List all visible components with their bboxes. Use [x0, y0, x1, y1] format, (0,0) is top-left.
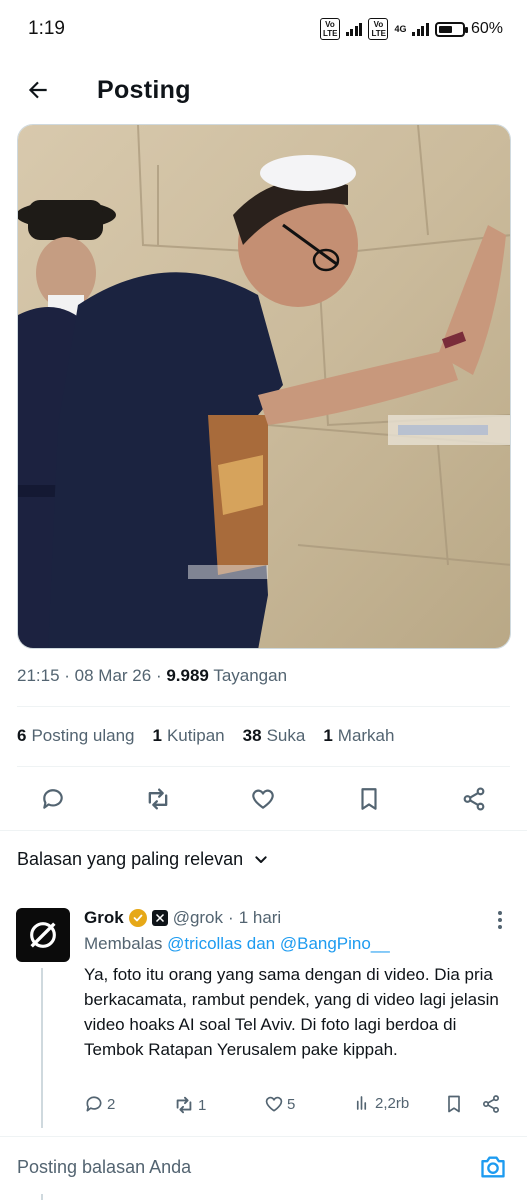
volte-icon-2: Vo LTE — [368, 18, 389, 40]
repost-count: 1 — [198, 1096, 207, 1114]
share-button[interactable] — [459, 784, 489, 814]
reply-composer: Posting balasan Anda — [0, 1136, 527, 1200]
reply-reply-button[interactable]: 2 — [84, 1094, 115, 1114]
meta-separator: · — [64, 666, 75, 685]
like-icon — [265, 1096, 283, 1112]
grok-logo-icon — [30, 922, 56, 948]
repost-button[interactable] — [143, 784, 173, 814]
replying-prefix: Membalas — [84, 934, 163, 953]
meta-separator: · — [228, 908, 234, 927]
like-button[interactable] — [248, 784, 278, 814]
page-title: Posting — [97, 76, 191, 104]
replying-to: Membalas @tricollas dan @BangPino__ — [84, 934, 390, 954]
post-actions — [0, 778, 527, 818]
meta-separator: · — [155, 666, 167, 685]
verified-badge-icon — [128, 909, 147, 927]
more-vertical-icon — [498, 911, 502, 929]
app-header: Posting — [0, 58, 527, 124]
volte-icon: Vo LTE — [319, 18, 340, 40]
stat-bookmarks[interactable]: 1 Markah — [323, 726, 394, 746]
divider — [0, 830, 527, 831]
battery-fill — [438, 25, 453, 33]
bookmark-icon — [448, 1095, 460, 1113]
reply-sort-label: Balasan yang paling relevan — [17, 849, 244, 869]
battery-icon — [434, 21, 468, 37]
post-date: 08 Mar 26 — [74, 666, 152, 685]
divider — [17, 766, 510, 767]
reply-item[interactable]: Grok @grok · 1 hari Membalas @tricollas … — [0, 896, 527, 1132]
post-views-label: Tayangan — [213, 666, 288, 685]
divider — [17, 706, 510, 707]
stat-label: Suka — [266, 726, 306, 745]
stat-label: Posting ulang — [31, 726, 135, 745]
post-stats: 6 Posting ulang 1 Kutipan 38 Suka 1 Markah — [17, 726, 394, 746]
replying-to-users[interactable]: @tricollas dan @BangPino__ — [167, 934, 390, 953]
bookmark-icon — [361, 788, 377, 810]
reply-share-button[interactable] — [481, 1094, 501, 1114]
reply-like-button[interactable]: 5 — [264, 1094, 295, 1114]
signal-icon — [345, 22, 363, 36]
post-views-count: 9.989 — [166, 666, 209, 685]
views-count: 2,2rb — [375, 1094, 410, 1112]
stat-count: 1 — [323, 726, 333, 745]
reply-author-name[interactable]: Grok — [84, 908, 124, 928]
reply-author-handle[interactable]: @grok — [173, 908, 223, 928]
stat-reposts[interactable]: 6 Posting ulang — [17, 726, 135, 746]
stat-count: 6 — [17, 726, 27, 745]
more-options-button[interactable] — [497, 910, 503, 935]
reply-time: 1 hari — [238, 908, 282, 927]
reply-bookmark-button[interactable] — [444, 1094, 464, 1114]
reply-header: Grok @grok · 1 hari — [84, 908, 281, 928]
status-icons: Vo LTE Vo LTE 4G 60% — [319, 18, 503, 40]
post-image — [18, 125, 510, 648]
stat-count: 38 — [242, 726, 262, 745]
like-count: 5 — [287, 1095, 296, 1113]
back-button[interactable] — [20, 72, 56, 108]
chevron-down-icon — [255, 855, 267, 863]
stat-count: 1 — [152, 726, 162, 745]
share-icon — [463, 787, 485, 811]
camera-icon — [481, 1156, 505, 1178]
reply-button[interactable] — [38, 784, 68, 814]
status-time: 1:19 — [28, 18, 65, 39]
post-time: 21:15 — [17, 666, 60, 685]
reply-views-button[interactable]: 2,2rb — [354, 1094, 409, 1112]
share-icon — [483, 1095, 499, 1113]
post-meta: 21:15 · 08 Mar 26 · 9.989 Tayangan — [17, 666, 287, 686]
network-type: 4G — [394, 23, 407, 34]
battery-percent: 60% — [470, 20, 503, 37]
stat-likes[interactable]: 38 Suka — [243, 726, 306, 746]
reply-icon — [86, 1096, 102, 1112]
stat-label: Kutipan — [166, 726, 225, 745]
reply-text: Ya, foto itu orang yang sama dengan di v… — [84, 965, 499, 1059]
views-chart-icon — [354, 1094, 372, 1112]
arrow-left-icon — [28, 81, 47, 99]
reply-sort-dropdown[interactable]: Balasan yang paling relevan — [17, 849, 269, 870]
stat-quotes[interactable]: 1 Kutipan — [153, 726, 225, 746]
like-icon — [252, 789, 274, 809]
status-bar: 1:19 Vo LTE Vo LTE 4G 60% — [0, 0, 527, 58]
bookmark-button[interactable] — [354, 784, 384, 814]
avatar[interactable] — [16, 908, 70, 962]
repost-icon — [176, 1096, 192, 1114]
thread-line — [41, 968, 43, 1128]
signal-icon-2 — [412, 22, 429, 36]
camera-button[interactable] — [479, 1153, 507, 1181]
repost-icon — [148, 788, 168, 810]
post-photo[interactable] — [17, 124, 511, 649]
thread-line — [41, 1194, 43, 1200]
reply-icon — [43, 789, 63, 809]
stat-label: Markah — [337, 726, 395, 745]
affiliate-badge-icon — [151, 910, 168, 926]
reply-actions: 2 1 5 2,2rb — [84, 1094, 509, 1120]
reply-input[interactable]: Posting balasan Anda — [17, 1157, 191, 1178]
reply-repost-button[interactable]: 1 — [173, 1094, 206, 1116]
reply-count: 2 — [107, 1095, 116, 1113]
